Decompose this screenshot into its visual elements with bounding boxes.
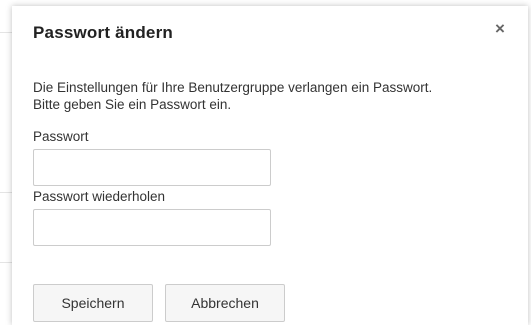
password-input[interactable]: [33, 149, 271, 186]
close-icon[interactable]: ×: [492, 20, 508, 38]
save-button[interactable]: Speichern: [33, 284, 153, 322]
message-line: Bitte geben Sie ein Passwort ein.: [33, 97, 232, 112]
dialog-title: Passwort ändern: [33, 23, 173, 42]
background-divider: [0, 192, 12, 193]
change-password-dialog: Passwort ändern × Die Einstellungen für …: [12, 6, 528, 325]
dialog-message: Die Einstellungen für Ihre Benutzergrupp…: [33, 79, 523, 113]
background-divider: [0, 32, 12, 33]
cancel-button[interactable]: Abbrechen: [165, 284, 285, 322]
message-line: Die Einstellungen für Ihre Benutzergrupp…: [33, 80, 433, 95]
password-label: Passwort: [33, 129, 89, 144]
password-repeat-input[interactable]: [33, 209, 271, 246]
password-repeat-label: Passwort wiederholen: [33, 189, 166, 204]
dialog-header: Passwort ändern ×: [12, 6, 528, 60]
background-divider: [0, 262, 12, 263]
